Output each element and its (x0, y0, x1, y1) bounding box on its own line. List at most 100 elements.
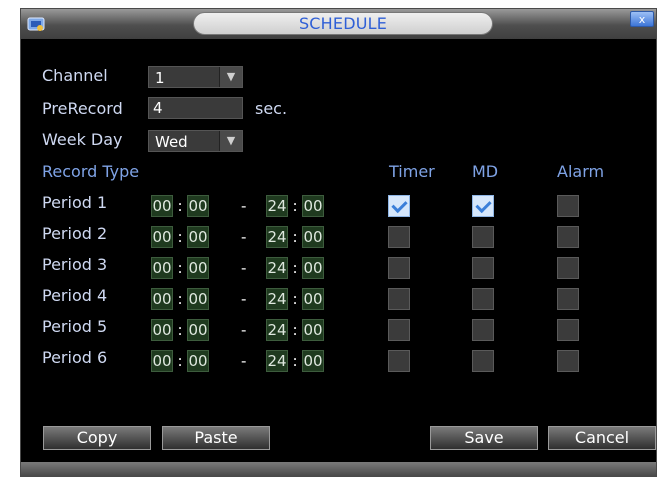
end-minute-field[interactable]: 00 (302, 288, 324, 310)
chevron-down-icon[interactable]: ▼ (219, 67, 242, 87)
period-label: Period 2 (42, 224, 108, 243)
range-dash: - (241, 290, 247, 308)
md-checkbox[interactable] (472, 288, 494, 310)
weekday-label: Week Day (42, 130, 123, 149)
end-time: 24:00 (266, 288, 332, 310)
header-alarm: Alarm (557, 162, 605, 181)
start-time: 00:00 (151, 350, 217, 372)
timer-checkbox[interactable] (388, 350, 410, 372)
md-checkbox[interactable] (472, 319, 494, 341)
dvr-app-icon (27, 17, 45, 31)
period-label: Period 4 (42, 286, 108, 305)
start-hour-field[interactable]: 00 (151, 195, 173, 217)
start-minute-field[interactable]: 00 (187, 195, 209, 217)
end-minute-field[interactable]: 00 (302, 350, 324, 372)
header-md: MD (472, 162, 499, 181)
cancel-button[interactable]: Cancel (548, 426, 656, 450)
start-minute-field[interactable]: 00 (187, 350, 209, 372)
end-time: 24:00 (266, 319, 332, 341)
timer-checkbox[interactable] (388, 195, 410, 217)
alarm-checkbox[interactable] (557, 226, 579, 248)
period-label: Period 3 (42, 255, 108, 274)
start-minute-field[interactable]: 00 (187, 319, 209, 341)
copy-button[interactable]: Copy (43, 426, 151, 450)
time-colon: : (177, 290, 183, 308)
start-hour-field[interactable]: 00 (151, 226, 173, 248)
time-colon: : (177, 259, 183, 277)
channel-value: 1 (155, 69, 165, 87)
time-colon: : (292, 228, 298, 246)
start-time: 00:00 (151, 288, 217, 310)
end-time: 24:00 (266, 257, 332, 279)
end-hour-field[interactable]: 24 (266, 288, 288, 310)
chevron-down-icon[interactable]: ▼ (219, 131, 242, 151)
weekday-value: Wed (155, 133, 188, 151)
md-checkbox[interactable] (472, 350, 494, 372)
header-record-type: Record Type (42, 162, 140, 181)
range-dash: - (241, 352, 247, 370)
end-time: 24:00 (266, 226, 332, 248)
range-dash: - (241, 228, 247, 246)
timer-checkbox[interactable] (388, 226, 410, 248)
md-checkbox[interactable] (472, 257, 494, 279)
start-hour-field[interactable]: 00 (151, 350, 173, 372)
md-checkbox[interactable] (472, 226, 494, 248)
timer-checkbox[interactable] (388, 319, 410, 341)
period-label: Period 5 (42, 317, 108, 336)
time-colon: : (292, 352, 298, 370)
timer-checkbox[interactable] (388, 257, 410, 279)
start-time: 00:00 (151, 257, 217, 279)
end-hour-field[interactable]: 24 (266, 350, 288, 372)
paste-button[interactable]: Paste (162, 426, 270, 450)
time-colon: : (177, 197, 183, 215)
start-hour-field[interactable]: 00 (151, 319, 173, 341)
prerecord-input[interactable]: 4 (148, 97, 243, 119)
end-minute-field[interactable]: 00 (302, 257, 324, 279)
save-button[interactable]: Save (430, 426, 538, 450)
time-colon: : (177, 321, 183, 339)
title-bar[interactable]: SCHEDULE x (21, 9, 656, 39)
channel-label: Channel (42, 66, 108, 85)
schedule-window: SCHEDULE x Channel 1 ▼ PreRecord 4 sec. … (20, 8, 657, 477)
start-minute-field[interactable]: 00 (187, 288, 209, 310)
start-minute-field[interactable]: 00 (187, 226, 209, 248)
end-hour-field[interactable]: 24 (266, 257, 288, 279)
close-icon[interactable]: x (630, 11, 654, 27)
start-minute-field[interactable]: 00 (187, 257, 209, 279)
alarm-checkbox[interactable] (557, 195, 579, 217)
range-dash: - (241, 259, 247, 277)
header-timer: Timer (389, 162, 435, 181)
time-colon: : (292, 197, 298, 215)
window-title: SCHEDULE (193, 12, 493, 35)
weekday-dropdown[interactable]: Wed ▼ (148, 130, 243, 152)
end-minute-field[interactable]: 00 (302, 195, 324, 217)
start-time: 00:00 (151, 319, 217, 341)
end-minute-field[interactable]: 00 (302, 319, 324, 341)
status-bar (21, 462, 656, 476)
alarm-checkbox[interactable] (557, 319, 579, 341)
end-hour-field[interactable]: 24 (266, 226, 288, 248)
start-time: 00:00 (151, 226, 217, 248)
period-label: Period 1 (42, 193, 108, 212)
start-hour-field[interactable]: 00 (151, 257, 173, 279)
prerecord-label: PreRecord (42, 99, 123, 118)
alarm-checkbox[interactable] (557, 257, 579, 279)
alarm-checkbox[interactable] (557, 350, 579, 372)
channel-dropdown[interactable]: 1 ▼ (148, 66, 243, 88)
end-minute-field[interactable]: 00 (302, 226, 324, 248)
period-label: Period 6 (42, 348, 108, 367)
alarm-checkbox[interactable] (557, 288, 579, 310)
prerecord-unit: sec. (255, 99, 288, 118)
end-hour-field[interactable]: 24 (266, 195, 288, 217)
end-hour-field[interactable]: 24 (266, 319, 288, 341)
time-colon: : (292, 321, 298, 339)
end-time: 24:00 (266, 195, 332, 217)
start-time: 00:00 (151, 195, 217, 217)
start-hour-field[interactable]: 00 (151, 288, 173, 310)
timer-checkbox[interactable] (388, 288, 410, 310)
time-colon: : (292, 259, 298, 277)
time-colon: : (292, 290, 298, 308)
time-colon: : (177, 228, 183, 246)
md-checkbox[interactable] (472, 195, 494, 217)
range-dash: - (241, 197, 247, 215)
